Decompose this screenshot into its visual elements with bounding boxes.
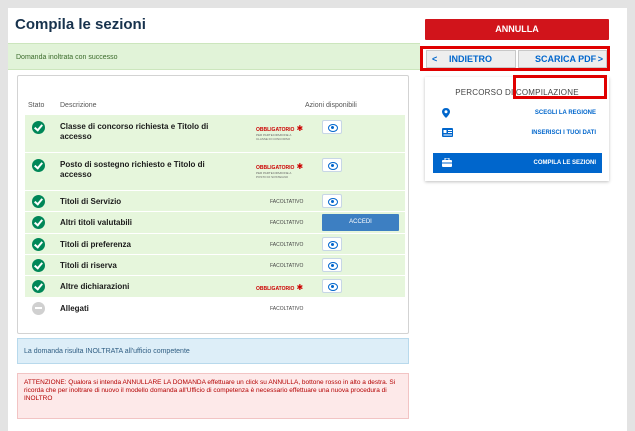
step-label: SCEGLI LA REGIONE [534, 110, 596, 116]
scarica-label: SCARICA PDF [535, 54, 597, 64]
row-description: Titoli di preferenza [60, 240, 131, 249]
table-row: Titoli di riserva FACOLTATIVO [25, 255, 405, 276]
row-description: Altri titoli valutabili [60, 218, 133, 227]
row-requirement: OBBLIGATORIO ✱ PER PARTECIPAZIONE A CLASSE… [256, 124, 303, 141]
sections-panel: Stato Descrizione Azioni disponibili Cla… [17, 75, 409, 334]
asterisk-icon: ✱ [296, 124, 304, 133]
header-azioni: Azioni disponibili [305, 102, 357, 109]
indietro-label: INDIETRO [449, 54, 493, 64]
check-circle-icon [32, 195, 45, 208]
row-requirement: FACOLTATIVO [270, 242, 304, 248]
annulla-button[interactable]: ANNULLA [425, 19, 609, 40]
view-icon-button[interactable] [322, 120, 342, 134]
chevron-right-icon: > [597, 54, 603, 64]
highlight-frame [513, 75, 607, 99]
step-compila-sezioni[interactable]: COMPILA LE SEZIONI [433, 153, 602, 173]
view-icon-button[interactable] [322, 158, 342, 172]
minus-circle-icon [32, 302, 45, 315]
page-container: Compila le sezioni Domanda inoltrata con… [8, 8, 627, 431]
asterisk-icon: ✱ [296, 162, 304, 171]
row-description: Posto di sostegno richiesto e Titolo di … [60, 160, 205, 179]
row-description: Altre dichiarazioni [60, 282, 130, 291]
row-requirement: FACOLTATIVO [270, 220, 304, 226]
table-row: Titoli di preferenza FACOLTATIVO [25, 234, 405, 255]
info-alert: La domanda risulta INOLTRATA all'ufficio… [17, 338, 409, 364]
asterisk-icon: ✱ [296, 283, 304, 292]
scarica-pdf-button[interactable]: SCARICA PDF > [518, 50, 607, 68]
id-card-icon [442, 128, 453, 137]
check-circle-icon [32, 238, 45, 251]
table-row: Classe di concorso richiesta e Titolo di… [25, 115, 405, 153]
check-circle-icon [32, 280, 45, 293]
table-row: Posto di sostegno richiesto e Titolo di … [25, 153, 405, 191]
table-row: Titoli di Servizio FACOLTATIVO [25, 191, 405, 212]
check-circle-icon [32, 216, 45, 229]
row-description: Titoli di riserva [60, 261, 117, 270]
check-circle-icon [32, 259, 45, 272]
header-stato: Stato [28, 102, 45, 109]
view-icon-button[interactable] [322, 279, 342, 293]
page-title: Compila le sezioni [15, 16, 146, 33]
progress-title-prefix: PERCORSO DI [455, 88, 514, 97]
accedi-button[interactable]: ACCEDI [322, 214, 399, 231]
chevron-left-icon: < [432, 54, 438, 64]
requirement-note: PER PARTECIPAZIONE A POSTO DI SOSTEGNO [256, 171, 292, 179]
view-icon-button[interactable] [322, 237, 342, 251]
check-circle-icon [32, 159, 45, 172]
header-descrizione: Descrizione [60, 102, 97, 109]
step-inserisci-dati[interactable]: INSERISCI I TUOI DATI [433, 123, 602, 143]
warning-alert: ATTENZIONE: Qualora si intenda ANNULLARE… [17, 373, 409, 419]
table-row: Altri titoli valutabili FACOLTATIVO ACCE… [25, 212, 405, 234]
requirement-label: OBBLIGATORIO [256, 286, 295, 292]
row-description: Classe di concorso richiesta e Titolo di… [60, 122, 209, 141]
check-circle-icon [32, 121, 45, 134]
map-pin-icon [442, 108, 450, 118]
indietro-button[interactable]: < INDIETRO [426, 50, 516, 68]
sections-table: Classe di concorso richiesta e Titolo di… [25, 115, 405, 320]
row-requirement: FACOLTATIVO [270, 263, 304, 269]
step-label: COMPILA LE SEZIONI [533, 160, 596, 166]
row-description: Allegati [60, 304, 89, 313]
briefcase-icon [442, 158, 452, 167]
requirement-note: PER PARTECIPAZIONE A CLASSE DI CONCORSO [256, 133, 292, 141]
row-requirement: FACOLTATIVO [270, 199, 304, 205]
row-description: Titoli di Servizio [60, 197, 122, 206]
step-label: INSERISCI I TUOI DATI [531, 130, 596, 136]
success-alert: Domanda inoltrata con successo [8, 43, 420, 70]
row-requirement: OBBLIGATORIO ✱ [256, 283, 303, 292]
row-requirement: FACOLTATIVO [270, 306, 304, 312]
view-icon-button[interactable] [322, 258, 342, 272]
step-scegli-regione[interactable]: SCEGLI LA REGIONE [433, 103, 602, 123]
table-row: Allegati FACOLTATIVO [25, 298, 405, 320]
row-requirement: OBBLIGATORIO ✱ PER PARTECIPAZIONE A POSTO … [256, 162, 303, 179]
view-icon-button[interactable] [322, 194, 342, 208]
table-row: Altre dichiarazioni OBBLIGATORIO ✱ [25, 276, 405, 298]
